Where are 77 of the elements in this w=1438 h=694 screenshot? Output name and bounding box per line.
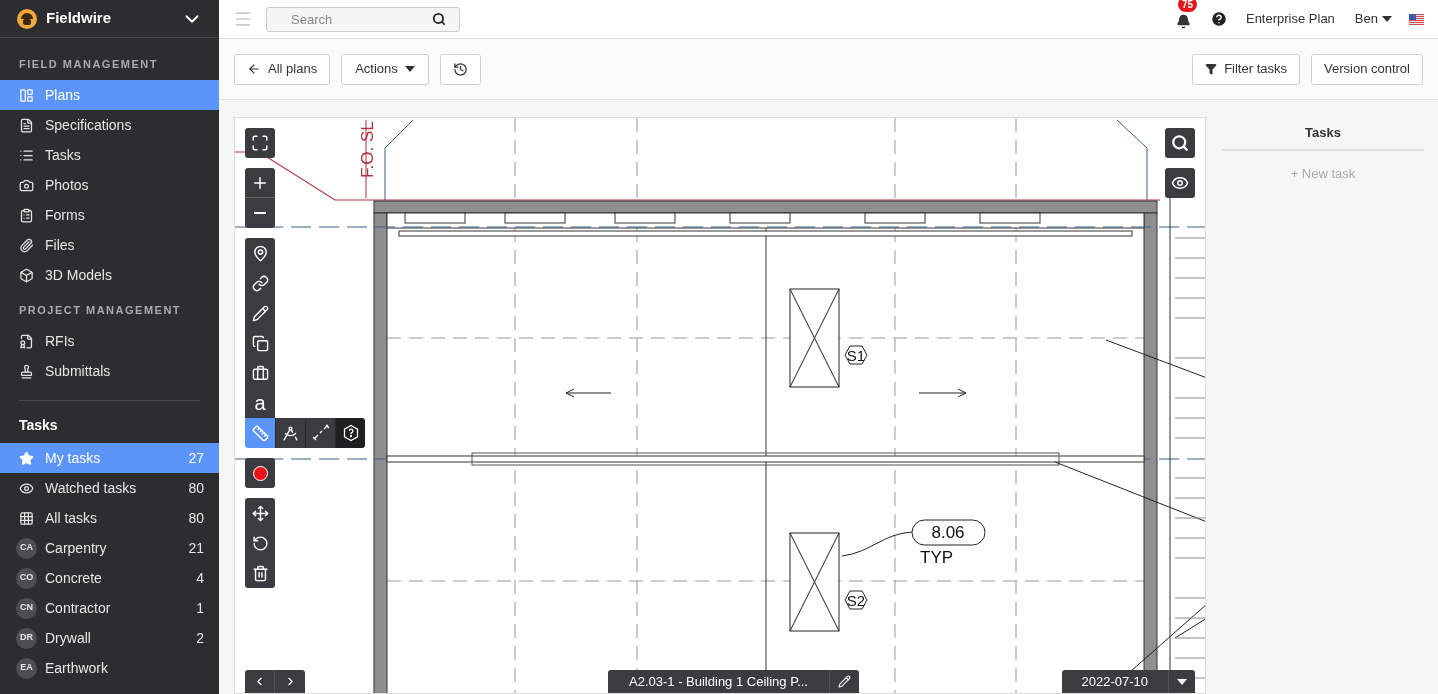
dashed-measure-icon: [311, 424, 330, 442]
task-filter-item[interactable]: CA Carpentry 21: [0, 533, 219, 563]
trash-icon: [251, 564, 269, 582]
nav-item[interactable]: Specifications: [0, 110, 219, 140]
version-control-button[interactable]: Version control: [1311, 53, 1423, 85]
user-menu[interactable]: Ben: [1354, 9, 1392, 29]
initials-avatar: CO: [16, 567, 37, 589]
initials-avatar: CA: [16, 537, 37, 559]
pin-icon: [251, 244, 269, 262]
shapes-icon: [251, 334, 269, 352]
nav-item[interactable]: Files: [0, 230, 219, 260]
text-tool[interactable]: a: [245, 388, 275, 418]
eye-icon: [19, 480, 34, 496]
minus-icon: [254, 212, 266, 214]
history-icon: [452, 61, 468, 77]
nav-item[interactable]: Tasks: [0, 140, 219, 170]
camera-icon: [19, 177, 34, 193]
task-filter-item[interactable]: DR Drywall 2: [0, 623, 219, 653]
flag-icon[interactable]: [1409, 13, 1424, 25]
search-field[interactable]: Search: [266, 6, 460, 32]
filter-icon: [1205, 63, 1218, 75]
plan-label: Enterprise Plan: [1245, 10, 1335, 29]
link-icon: [251, 274, 269, 292]
filter-tasks-button[interactable]: Filter tasks: [1192, 53, 1300, 85]
measure-tool[interactable]: [335, 418, 365, 448]
caret-icon: [1382, 16, 1392, 22]
section-heading: Tasks: [18, 416, 59, 435]
initials-avatar: DR: [16, 627, 37, 649]
task-filter-item[interactable]: CN Contractor 1: [0, 593, 219, 623]
plan-icon: [19, 87, 34, 103]
measure-tool[interactable]: [305, 418, 335, 448]
actions-button[interactable]: Actions: [341, 53, 429, 85]
history-button[interactable]: [439, 53, 481, 85]
hexagon-question-icon: [341, 424, 360, 442]
bell-icon[interactable]: [1175, 14, 1191, 29]
nav-item[interactable]: Submittals: [0, 356, 219, 386]
measure-tool[interactable]: [275, 418, 305, 448]
search-icon: [1171, 134, 1189, 152]
star-icon: [19, 450, 34, 466]
clipboard-icon: [19, 207, 34, 223]
section-heading: FIELD MANAGEMENT: [18, 57, 159, 72]
task-filter-item[interactable]: Watched tasks 80: [0, 473, 219, 503]
cube-icon: [19, 267, 34, 283]
grid-icon: [19, 510, 34, 526]
notification-count: 75: [1177, 0, 1198, 12]
move-icon: [251, 504, 269, 522]
eye-icon: [1171, 174, 1189, 192]
stamp-icon: [19, 363, 34, 379]
pencil-icon: [838, 675, 851, 688]
toolbox-icon: [251, 364, 269, 382]
pencil-icon: [251, 304, 269, 322]
task-filter-item[interactable]: All tasks 80: [0, 503, 219, 533]
compass-icon: [282, 424, 299, 442]
section-heading: PROJECT MANAGEMENT: [18, 303, 183, 318]
nav-item[interactable]: Forms: [0, 200, 219, 230]
initials-avatar: CN: [16, 597, 37, 619]
task-filter-item[interactable]: EA Earthwork: [0, 653, 219, 683]
initials-avatar: EA: [16, 657, 37, 679]
list-icon: [19, 147, 34, 163]
nav-item[interactable]: RFIs: [0, 326, 219, 356]
file-icon: [19, 333, 34, 349]
task-filter-item[interactable]: CO Concrete 4: [0, 563, 219, 593]
ruler-icon: [251, 424, 269, 442]
logo-icon: [16, 7, 38, 30]
paperclip-icon: [19, 237, 34, 253]
app-name: Fieldwire: [46, 8, 112, 29]
search-icon: [432, 11, 446, 26]
caret-icon: [404, 66, 415, 72]
panel-title: Tasks: [1222, 117, 1424, 151]
nav-item[interactable]: 3D Models: [0, 260, 219, 290]
help-icon[interactable]: [1209, 10, 1228, 28]
all-plans-button[interactable]: All plans: [234, 53, 331, 85]
document-icon: [19, 117, 34, 133]
nav-item[interactable]: Photos: [0, 170, 219, 200]
caret-icon: [1177, 678, 1187, 685]
fullscreen-icon: [251, 134, 269, 152]
rotate-icon: [251, 534, 269, 552]
